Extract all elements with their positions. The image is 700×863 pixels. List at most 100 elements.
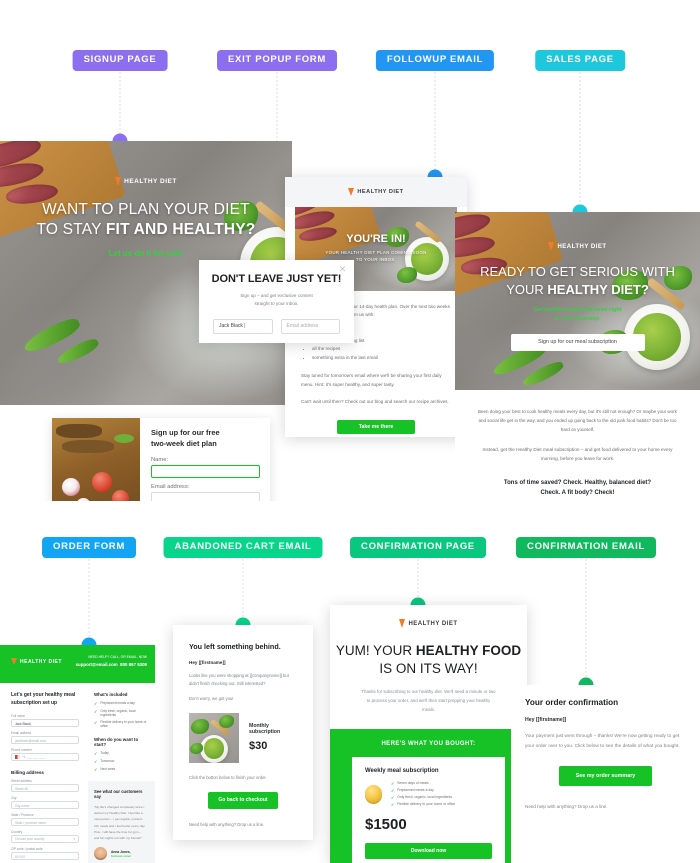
product-price: $30	[249, 740, 268, 753]
brand-name: HEALTHY DIET	[357, 189, 404, 195]
brand-name: HEALTHY DIET	[124, 178, 177, 185]
start-date-title: When do you want to start?	[94, 737, 139, 747]
street-address-input[interactable]: Street 48	[11, 784, 79, 792]
brand-name: HEALTHY DIET	[408, 620, 458, 627]
screenshot-confirmation-email[interactable]: Your order confirmation Hey [[firstname]…	[511, 685, 700, 863]
screenshot-confirmation-page[interactable]: HEALTHY DIET YUM! YOUR HEALTHY FOOD IS O…	[330, 605, 527, 863]
order-summary-card: Weekly meal subscription ✓ Seven days of…	[352, 756, 505, 863]
signup-headline: WANT TO PLAN YOUR DIET TO STAY FIT AND H…	[0, 200, 292, 241]
order-bullet: ✓ Flexible delivery to your home or offi…	[391, 801, 456, 807]
check-icon: ✓	[391, 802, 395, 807]
city-input[interactable]: City name	[11, 801, 79, 809]
check-icon: ✓	[391, 781, 395, 786]
followup-logo: HEALTHY DIET	[348, 188, 403, 196]
billing-address-title: Billing address	[11, 770, 44, 775]
screenshot-order-form[interactable]: HEALTHY DIET NEED HELP? CALL, OR EMAIL, …	[0, 645, 155, 863]
screenshot-exit-popup-form[interactable]: ✕ DON'T LEAVE JUST YET! Sign up – and ge…	[199, 260, 354, 343]
funnel-label-text: ABANDONED CART EMAIL	[174, 541, 312, 552]
signup-name-input[interactable]	[151, 465, 260, 479]
abandoned-cart-greeting: Hey [[firstname]]	[189, 660, 226, 665]
carrot-icon	[348, 188, 355, 196]
sales-headline-line2: YOUR HEALTHY DIET?	[506, 281, 649, 297]
abandoned-cart-footer: Need help with anything? Drop us a line.	[189, 821, 265, 827]
signup-subhead: Let us do it for you!	[108, 248, 184, 258]
followup-body-text: Stay tuned for tomorrow's email where we…	[301, 372, 442, 387]
country-select[interactable]: Choose your country ▾	[11, 835, 79, 843]
signup-headline-line2: TO STAY FIT AND HEALTHY?	[36, 221, 256, 239]
order-bullet: ✓ Seven days of meals	[391, 780, 429, 786]
phone-input[interactable]: +1 ___ ___ ____	[11, 753, 79, 761]
followup-cta-button[interactable]: Take me there	[337, 420, 415, 434]
start-option[interactable]: ✓ Today	[94, 751, 147, 756]
funnel-label-text: FOLLOWUP EMAIL	[386, 54, 484, 65]
product-name: Monthly subscription	[249, 723, 281, 736]
start-option[interactable]: ✓ Next week	[94, 767, 147, 772]
funnel-label-confirmation-email[interactable]: CONFIRMATION EMAIL	[516, 537, 656, 558]
screenshot-sales-page[interactable]: HEALTHY DIET READY TO GET SERIOUS WITH Y…	[455, 212, 700, 499]
funnel-label-confirmation-page[interactable]: CONFIRMATION PAGE	[350, 537, 486, 558]
zip-input[interactable]: 00 000	[11, 852, 79, 860]
sales-headline-line1: READY TO GET SERIOUS WITH	[480, 264, 675, 279]
testimonial-title: See what our customers say	[94, 789, 143, 799]
confirmation-email-cta-button[interactable]: See my order summary	[559, 766, 652, 787]
connector-followup-email	[434, 72, 436, 177]
order-form-right-column: What's included ✓ Preplanned meals a day…	[88, 683, 155, 863]
field-label: Country	[11, 830, 23, 834]
exit-popup-name-input[interactable]: Jack Black |	[213, 318, 273, 334]
followup-closing-text: Can't wait until then? Check out our blo…	[301, 399, 449, 405]
order-form-logo: HEALTHY DIET	[11, 658, 62, 665]
order-bullet: ✓ Preplanned meals a day	[391, 787, 434, 793]
funnel-label-sales-page[interactable]: SALES PAGE	[535, 50, 625, 71]
confirmation-download-button[interactable]: Download now	[365, 842, 492, 859]
funnel-label-exit-popup-form[interactable]: EXIT POPUP FORM	[217, 50, 337, 71]
state-input[interactable]: State / province name	[11, 818, 79, 826]
exit-popup-close-button[interactable]: ✕	[338, 265, 347, 274]
check-icon: ✓	[94, 751, 98, 756]
funnel-label-text: SIGNUP PAGE	[83, 54, 157, 65]
check-icon: ✓	[94, 701, 98, 706]
email-input[interactable]: jackblack@email.com	[11, 736, 79, 744]
start-option[interactable]: ✓ Tomorrow	[94, 759, 147, 764]
abandoned-cart-body-1: Looks like you were shopping at [[compan…	[189, 673, 289, 687]
signup-email-input[interactable]	[151, 492, 260, 501]
carrot-icon	[548, 242, 555, 251]
billing-field-group: Street address Street 48 City City name …	[11, 779, 79, 860]
funnel-label-text: EXIT POPUP FORM	[228, 54, 326, 65]
sales-subhead: Get healthy meals delivered right to you…	[533, 306, 622, 323]
screenshot-abandoned-cart-email[interactable]: You left something behind. Hey [[firstna…	[173, 625, 313, 840]
signup-form-title: Sign up for our free two-week diet plan	[151, 428, 220, 448]
signup-name-label: Name:	[151, 457, 169, 464]
field-label: ZIP code / postal code	[11, 847, 43, 851]
carrot-icon	[115, 177, 122, 186]
exit-popup-email-input[interactable]: Email address	[280, 318, 340, 334]
sales-copy-block: Been doing your best to cook healthy mea…	[455, 390, 700, 499]
exit-popup-subtitle: Sign up – and get exclusive content stra…	[240, 293, 313, 307]
testimonial-author-row: Anna Jones, business owner	[94, 847, 147, 861]
funnel-label-order-form[interactable]: ORDER FORM	[42, 537, 136, 558]
funnel-diagram-canvas: SIGNUP PAGE EXIT POPUP FORM FOLLOWUP EMA…	[0, 0, 700, 863]
order-product-name: Weekly meal subscription	[365, 767, 439, 774]
abandoned-cart-cta-button[interactable]: Go back to checkout	[208, 791, 278, 809]
testimonial-text: "My life's changed completely since I st…	[94, 805, 146, 840]
order-form-title: Let's get your healthy meal subscription…	[11, 692, 76, 706]
confirmation-email-title: Your order confirmation	[525, 698, 619, 707]
funnel-label-followup-email[interactable]: FOLLOWUP EMAIL	[375, 50, 495, 71]
check-icon: ✓	[391, 788, 395, 793]
field-label: Phone number	[11, 748, 32, 752]
order-form-field-group: Full name Jack Black| Email address jack…	[11, 714, 79, 761]
funnel-label-abandoned-cart-email[interactable]: ABANDONED CART EMAIL	[163, 537, 323, 558]
included-item: ✓ Flexible delivery to your home or offi…	[94, 720, 147, 728]
confirmation-email-body: Your payment just went through – thanks!…	[525, 734, 680, 749]
check-icon: ✓	[94, 709, 98, 714]
chevron-down-icon: ▾	[73, 837, 75, 841]
sales-cta-button[interactable]: Sign up for our meal subscription	[510, 333, 645, 351]
product-image	[189, 712, 239, 763]
exit-popup-fields: Jack Black | Email address	[213, 318, 340, 334]
signup-form-card[interactable]: Sign up for our free two-week diet plan …	[52, 418, 270, 501]
confirmation-section-title: HERE'S WHAT YOU BOUGHT:	[381, 740, 476, 747]
order-form-contact[interactable]: NEED HELP? CALL, OR EMAIL, NOW support@e…	[76, 655, 147, 668]
full-name-input[interactable]: Jack Black|	[11, 719, 79, 727]
order-bullet: ✓ Only fresh, organic, local ingredients	[391, 794, 453, 800]
list-item: something extra in the last email	[312, 354, 451, 363]
funnel-label-signup-page[interactable]: SIGNUP PAGE	[72, 50, 168, 71]
